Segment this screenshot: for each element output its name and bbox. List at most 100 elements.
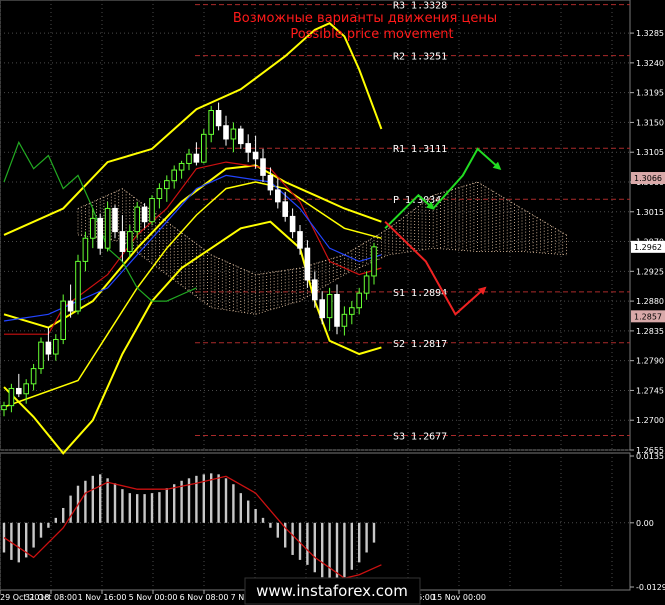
price-tick-label: 1.2835 [636, 327, 664, 336]
histogram-bar [217, 474, 220, 523]
candle-body [67, 300, 74, 312]
candle-body [82, 237, 89, 262]
watermark-text: www.instaforex.com [256, 582, 408, 600]
candle-body [97, 217, 104, 249]
histogram-bar [99, 474, 102, 523]
candle-body [112, 207, 118, 233]
candle-body [141, 206, 148, 223]
histogram-bar [32, 522, 35, 548]
candle-body [127, 231, 133, 252]
histogram-bar [358, 522, 361, 563]
histogram-bar [261, 517, 265, 523]
histogram-bar [239, 493, 242, 523]
candle-body [326, 293, 333, 319]
price-tick-label: 1.3150 [636, 118, 664, 127]
histogram-bar [136, 494, 139, 523]
price-tag-label: 1.2962 [634, 243, 662, 252]
histogram-bar [210, 473, 213, 523]
candle-body [297, 231, 303, 249]
candle-body [349, 307, 355, 315]
candle-body [156, 188, 163, 200]
histogram-bar [143, 494, 146, 523]
histogram-bar [291, 522, 294, 555]
histogram-bar [180, 480, 183, 523]
time-tick-label: 1 Nov 16:00 [78, 593, 127, 602]
candle-body [267, 174, 274, 191]
forex-chart[interactable]: R3 1.3328R2 1.3251R1 1.3111P 1.3034S1 1.… [0, 0, 665, 605]
price-tick-label: 1.3240 [636, 59, 664, 68]
pivot-label-r2: R2 1.3251 [393, 52, 447, 63]
histogram-bar [158, 492, 161, 523]
histogram-bar [254, 508, 257, 523]
time-tick-label: 15 Nov 00:00 [432, 593, 486, 602]
candle-body [201, 133, 207, 163]
pivot-label-r1: R1 1.3111 [393, 144, 447, 155]
histogram-bar [321, 522, 324, 578]
candle-body [149, 198, 155, 223]
histogram-bar [17, 522, 20, 563]
histogram-bar [106, 478, 109, 523]
price-tick-label: 1.2745 [636, 386, 664, 395]
candle-body [90, 217, 96, 239]
histogram-bar [365, 522, 368, 553]
candle-body [245, 143, 251, 153]
candle-body [275, 189, 281, 203]
candle-body [223, 125, 229, 140]
candle-body [363, 275, 370, 294]
histogram-bar [121, 489, 124, 523]
candle-body [53, 338, 59, 355]
candle-body [304, 247, 311, 281]
title-russian: Возможные варианты движения цены [233, 11, 497, 26]
candle-body [371, 246, 377, 277]
candle-body [8, 387, 15, 407]
candle-body [16, 387, 22, 395]
candle-body [215, 110, 222, 127]
pivot-label-s2: S2 1.2817 [393, 339, 447, 350]
candle-body [282, 201, 288, 217]
candle-body [319, 299, 325, 319]
histogram-bar [62, 507, 65, 523]
candle-body [208, 110, 214, 135]
histogram-bar [224, 478, 228, 523]
pivot-label-r3: R3 1.3328 [393, 1, 447, 12]
candle-body [134, 206, 140, 233]
candle-body [341, 313, 348, 327]
candle-body [23, 383, 29, 395]
pivot-label-s1: S1 1.2894 [393, 288, 447, 299]
candle-body [312, 279, 318, 301]
price-tick-label: 1.2925 [636, 267, 664, 276]
time-tick-label: 5 Nov 00:00 [129, 593, 178, 602]
candle-body [75, 260, 81, 312]
candle-body [104, 207, 111, 249]
price-tick-label: 1.3015 [636, 208, 664, 217]
histogram-bar [128, 493, 131, 523]
price-tick-label: 1.3105 [636, 148, 664, 157]
histogram-bar [150, 493, 154, 523]
histogram-bar [113, 483, 117, 523]
histogram-bar [54, 517, 57, 523]
histogram-bar [84, 480, 87, 523]
histogram-bar [269, 522, 272, 528]
candle-body [1, 405, 7, 411]
candle-body [334, 293, 340, 327]
histogram-bar [165, 488, 168, 523]
candle-body [356, 292, 362, 309]
price-tick-label: 1.2700 [636, 416, 664, 425]
histogram-bar [173, 484, 176, 523]
candle-body [60, 300, 67, 340]
candle-body [186, 153, 192, 164]
histogram-bar [91, 475, 94, 523]
price-tick-label: 1.2790 [636, 357, 664, 366]
candle-body [230, 128, 237, 140]
candle-body [164, 180, 170, 190]
candle-body [178, 162, 185, 171]
time-tick-label: 31 Oct 08:00 [25, 593, 77, 602]
osc-tick-label: -0.01298 [636, 583, 665, 592]
histogram-bar [313, 522, 316, 573]
histogram-bar [232, 484, 235, 523]
pivot-label-s3: S3 1.2677 [393, 431, 447, 442]
histogram-bar [276, 522, 279, 538]
candle-body [38, 341, 44, 370]
histogram-bar [343, 522, 346, 578]
candle-body [260, 158, 266, 176]
